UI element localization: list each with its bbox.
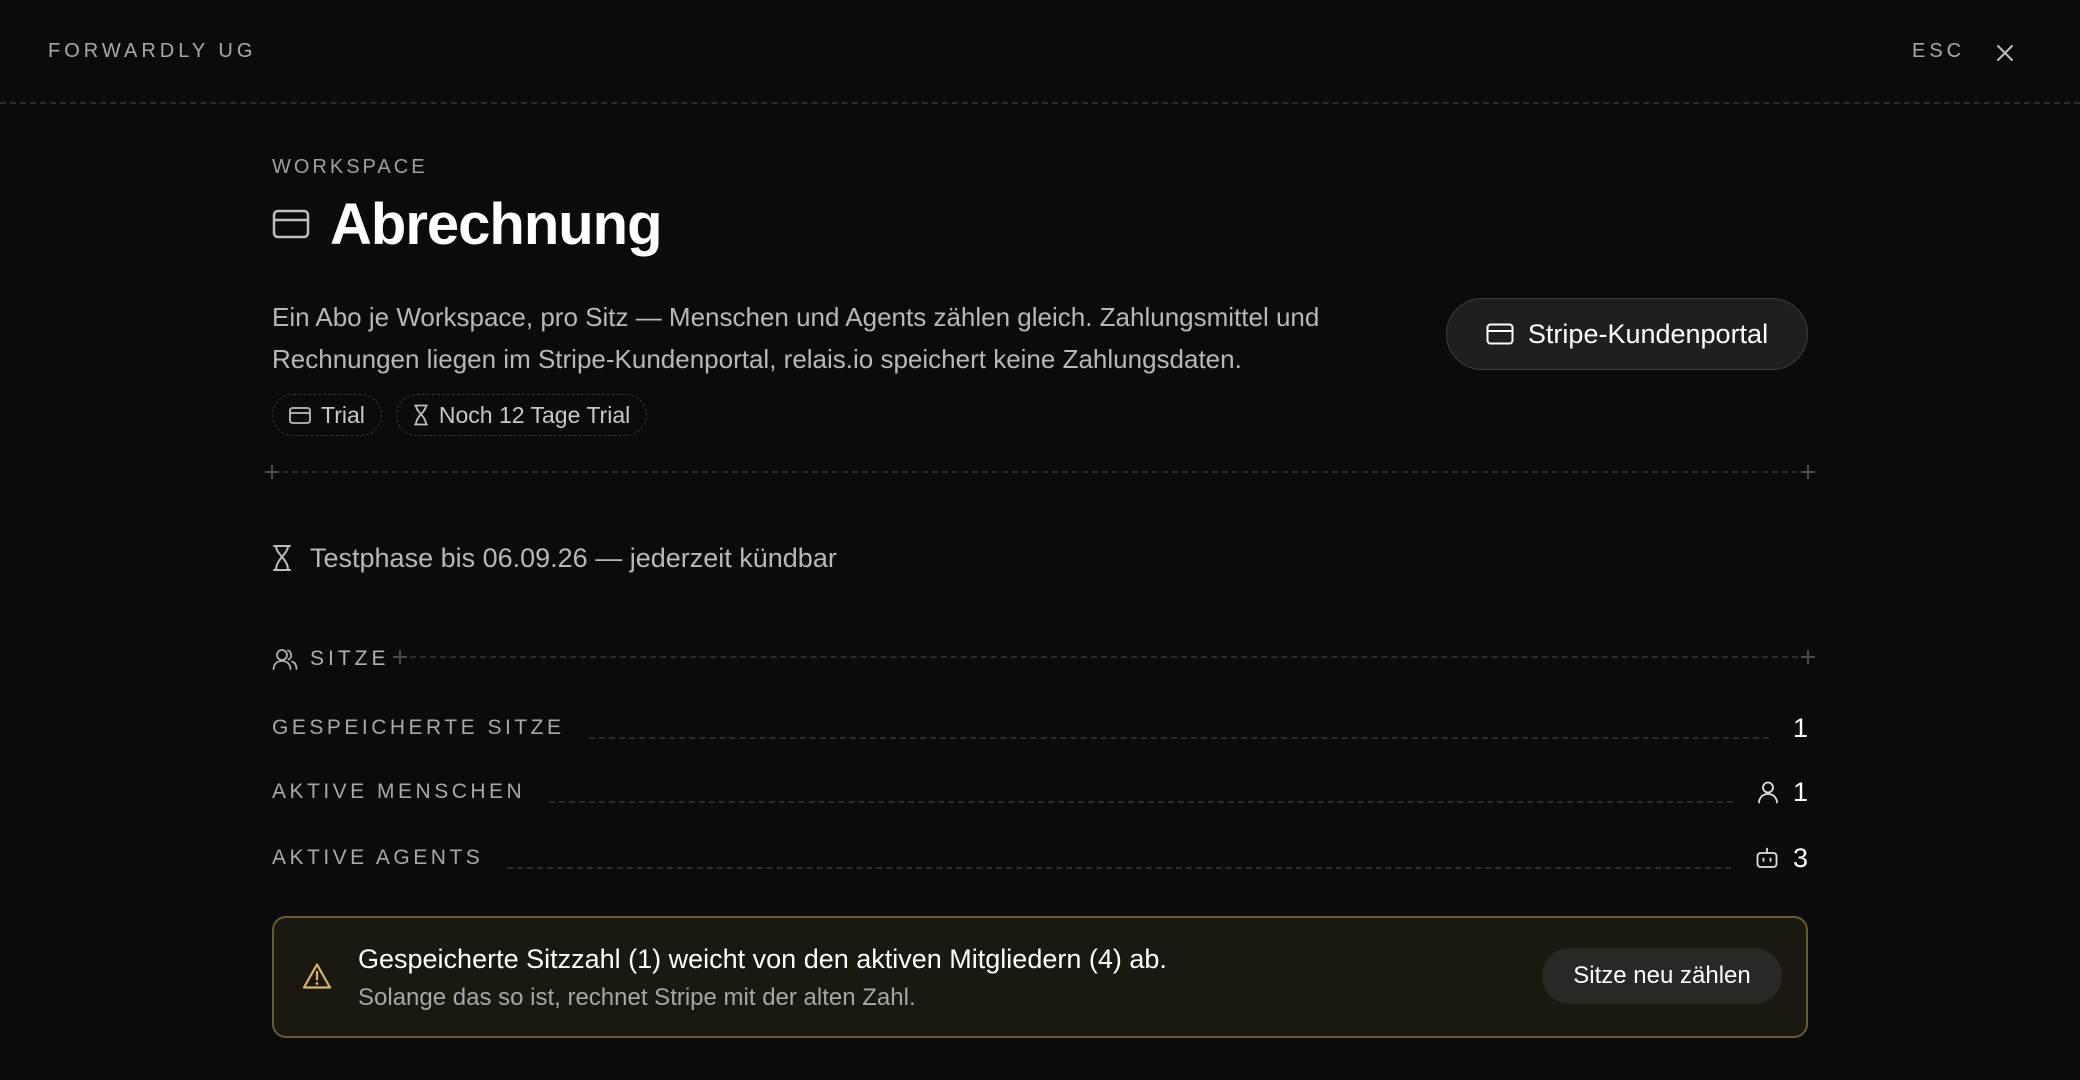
- seat-mismatch-alert: Gespeicherte Sitzzahl (1) weicht von den…: [272, 916, 1808, 1038]
- seats-section-label: SITZE: [310, 647, 390, 670]
- stat-label: AKTIVE MENSCHEN: [272, 780, 526, 803]
- esc-hint: ESC: [1912, 40, 1966, 62]
- bot-icon: [1756, 847, 1778, 868]
- close-button[interactable]: [1990, 38, 2020, 68]
- divider: [393, 650, 1815, 664]
- hourglass-icon: [413, 404, 428, 426]
- alert-subtitle: Solange das so ist, rechnet Stripe mit d…: [358, 984, 916, 1011]
- trial-notice-text: Testphase bis 06.09.26 — jederzeit kündb…: [310, 542, 837, 573]
- title-row: Abrechnung: [272, 188, 663, 260]
- stat-row-active-humans: AKTIVE MENSCHEN 1: [272, 772, 1808, 812]
- users-icon: [272, 649, 298, 670]
- alert-title: Gespeicherte Sitzzahl (1) weicht von den…: [358, 944, 1167, 974]
- top-bar: FORWARDLY UG ESC: [0, 0, 2080, 104]
- stat-label: GESPEICHERTE SITZE: [272, 716, 565, 739]
- warning-icon: [302, 963, 332, 989]
- stripe-portal-label: Stripe-Kundenportal: [1527, 318, 1769, 349]
- leader-dots: [507, 867, 1731, 869]
- user-icon: [1758, 781, 1778, 804]
- divider: [265, 465, 1815, 479]
- stat-row-active-agents: AKTIVE AGENTS 3: [272, 838, 1808, 878]
- stat-number: 1: [1792, 776, 1808, 807]
- status-badge-label: Trial: [321, 401, 365, 428]
- stat-value: 3: [1755, 843, 1808, 874]
- hourglass-icon: [273, 545, 291, 571]
- stat-number: 1: [1792, 712, 1808, 743]
- status-chips: Trial Noch 12 Tage Trial: [272, 394, 648, 436]
- page-description: Ein Abo je Workspace, pro Sitz — Mensche…: [272, 296, 1432, 380]
- section-eyebrow: WORKSPACE: [272, 156, 428, 178]
- leader-dots: [549, 801, 1733, 803]
- status-badge-plan: Trial: [272, 394, 382, 436]
- workspace-name: FORWARDLY UG: [48, 40, 257, 62]
- seats-section-header: SITZE: [272, 642, 390, 676]
- credit-card-icon: [272, 209, 310, 239]
- description-line: Rechnungen liegen im Stripe-Kundenportal…: [272, 344, 1242, 374]
- stat-label: AKTIVE AGENTS: [272, 846, 484, 869]
- leader-dots: [588, 737, 1769, 739]
- stripe-portal-button[interactable]: Stripe-Kundenportal: [1446, 298, 1808, 370]
- status-badge-label: Noch 12 Tage Trial: [438, 401, 631, 428]
- description-line: Ein Abo je Workspace, pro Sitz — Mensche…: [272, 302, 1320, 332]
- credit-card-icon: [289, 406, 311, 424]
- page-title: Abrechnung: [330, 191, 663, 257]
- trial-notice: Testphase bis 06.09.26 — jederzeit kündb…: [272, 538, 837, 578]
- close-icon: [1997, 45, 2013, 61]
- stat-value: 1: [1757, 777, 1808, 808]
- stat-value: 1: [1793, 713, 1808, 744]
- credit-card-icon: [1486, 323, 1514, 345]
- stat-number: 3: [1792, 842, 1808, 873]
- stat-row-saved-seats: GESPEICHERTE SITZE 1: [272, 708, 1808, 748]
- status-badge-trial-days: Noch 12 Tage Trial: [395, 394, 648, 436]
- recount-seats-button[interactable]: Sitze neu zählen: [1542, 948, 1782, 1004]
